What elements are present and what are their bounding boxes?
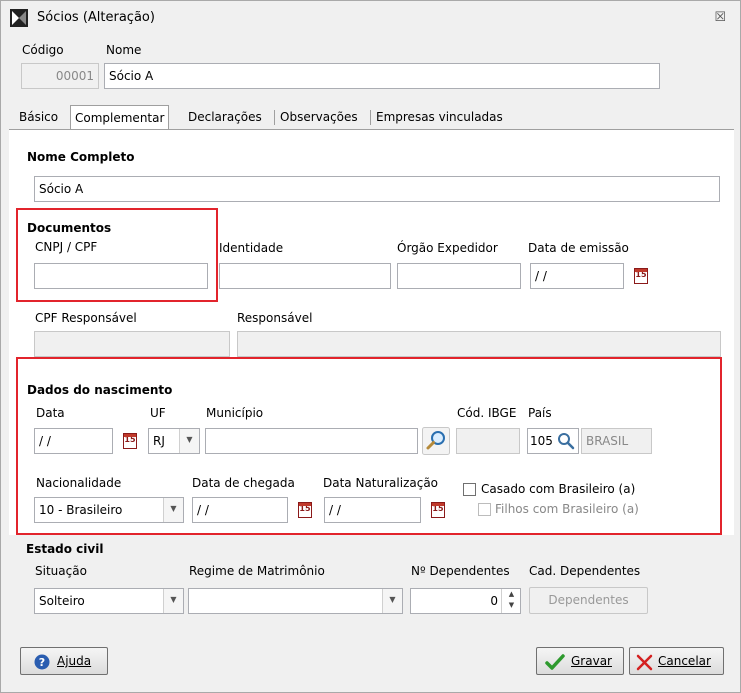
- svg-text:?: ?: [39, 656, 45, 669]
- cad-dependentes-label: Cad. Dependentes: [529, 564, 641, 578]
- app-logo-icon: [10, 9, 28, 27]
- municipio-field[interactable]: [205, 428, 418, 454]
- calendar-icon[interactable]: 15: [298, 502, 312, 518]
- close-icon: [636, 654, 653, 671]
- codigo-label: Código: [22, 43, 64, 57]
- cancelar-label: Cancelar: [658, 654, 711, 668]
- nacionalidade-label: Nacionalidade: [36, 476, 122, 490]
- situacao-label: Situação: [35, 564, 87, 578]
- data-emissao-label: Data de emissão: [528, 241, 629, 255]
- cpf-responsavel-field: [34, 331, 230, 357]
- cod-ibge-field: [456, 428, 520, 454]
- situacao-select[interactable]: Solteiro: [34, 588, 184, 614]
- gravar-button[interactable]: Gravar: [536, 647, 624, 675]
- pais-label: País: [528, 406, 552, 420]
- cnpj-cpf-field[interactable]: [34, 263, 208, 289]
- tab-separator: [370, 110, 371, 125]
- data-nascimento-label: Data: [36, 406, 65, 420]
- title-bar: Sócios (Alteração) ☒: [1, 1, 740, 35]
- dependentes-button[interactable]: Dependentes: [529, 587, 648, 614]
- regime-matrimonio-label: Regime de Matrimônio: [189, 564, 325, 578]
- filhos-brasileiro-checkbox: [478, 503, 491, 516]
- municipio-label: Município: [206, 406, 264, 420]
- filhos-brasileiro-label: Filhos com Brasileiro (a): [495, 502, 639, 516]
- nome-completo-field[interactable]: Sócio A: [34, 176, 720, 202]
- ajuda-label: Ajuda: [57, 654, 92, 668]
- nome-label: Nome: [106, 43, 142, 57]
- chevron-down-icon[interactable]: ▼: [382, 589, 402, 613]
- ajuda-button[interactable]: ? Ajuda: [20, 647, 108, 675]
- close-icon[interactable]: ☒: [714, 10, 726, 25]
- cpf-responsavel-label: CPF Responsável: [35, 311, 137, 325]
- nacionalidade-value: 10 - Brasileiro: [39, 503, 123, 517]
- chevron-down-icon[interactable]: ▼: [179, 429, 199, 453]
- estado-civil-label: Estado civil: [26, 542, 104, 556]
- chevron-down-icon[interactable]: ▼: [163, 498, 183, 522]
- search-icon[interactable]: [556, 431, 576, 451]
- nacionalidade-select[interactable]: 10 - Brasileiro: [34, 497, 184, 523]
- responsavel-field: [237, 331, 721, 357]
- gravar-label: Gravar: [571, 654, 612, 668]
- help-icon: ?: [34, 654, 50, 670]
- cancelar-button[interactable]: Cancelar: [629, 647, 724, 675]
- tab-basico[interactable]: Básico: [15, 105, 62, 129]
- casado-brasileiro-label: Casado com Brasileiro (a): [481, 482, 636, 496]
- tab-declaracoes[interactable]: Declarações: [184, 105, 266, 129]
- pais-code-value: 105: [530, 434, 553, 448]
- documentos-label: Documentos: [27, 221, 112, 235]
- nome-completo-label: Nome Completo: [27, 150, 135, 164]
- window-title: Sócios (Alteração): [37, 10, 155, 25]
- numero-dependentes-label: Nº Dependentes: [411, 564, 510, 578]
- codigo-field: 00001: [21, 63, 99, 89]
- data-nascimento-field[interactable]: / /: [34, 428, 113, 454]
- tab-empresas-vinculadas[interactable]: Empresas vinculadas: [372, 105, 507, 129]
- orgao-expedidor-field[interactable]: [397, 263, 521, 289]
- cod-ibge-label: Cód. IBGE: [457, 406, 517, 420]
- calendar-icon[interactable]: 15: [123, 433, 137, 449]
- nascimento-label: Dados do nascimento: [27, 383, 173, 397]
- responsavel-label: Responsável: [237, 311, 313, 325]
- tab-observacoes[interactable]: Observações: [276, 105, 362, 129]
- tab-separator: [274, 110, 275, 125]
- search-icon[interactable]: [422, 427, 450, 455]
- dialog-window: Sócios (Alteração) ☒ Código 00001 Nome S…: [0, 0, 741, 693]
- data-chegada-field[interactable]: / /: [192, 497, 288, 523]
- nome-field[interactable]: Sócio A: [104, 63, 660, 89]
- identidade-label: Identidade: [219, 241, 284, 255]
- pais-name-field: BRASIL: [581, 428, 652, 454]
- calendar-icon[interactable]: 15: [634, 268, 648, 284]
- identidade-field[interactable]: [219, 263, 391, 289]
- orgao-expedidor-label: Órgão Expedidor: [397, 241, 498, 255]
- chevron-down-icon[interactable]: ▼: [502, 600, 521, 611]
- situacao-value: Solteiro: [39, 594, 85, 608]
- casado-brasileiro-checkbox[interactable]: [463, 483, 476, 496]
- data-naturalizacao-field[interactable]: / /: [324, 497, 421, 523]
- data-chegada-label: Data de chegada: [192, 476, 295, 490]
- data-naturalizacao-label: Data Naturalização: [323, 476, 439, 490]
- uf-value: RJ: [153, 434, 165, 448]
- cnpj-cpf-label: CNPJ / CPF: [35, 240, 98, 254]
- regime-matrimonio-select[interactable]: [188, 588, 403, 614]
- chevron-up-icon[interactable]: ▲: [502, 589, 521, 600]
- dependentes-spinner[interactable]: ▲ ▼: [501, 589, 521, 613]
- uf-label: UF: [150, 406, 166, 420]
- data-emissao-field[interactable]: / /: [530, 263, 624, 289]
- tab-complementar[interactable]: Complementar: [70, 105, 170, 130]
- calendar-icon[interactable]: 15: [431, 502, 445, 518]
- checkmark-icon: [545, 654, 565, 670]
- chevron-down-icon[interactable]: ▼: [163, 589, 183, 613]
